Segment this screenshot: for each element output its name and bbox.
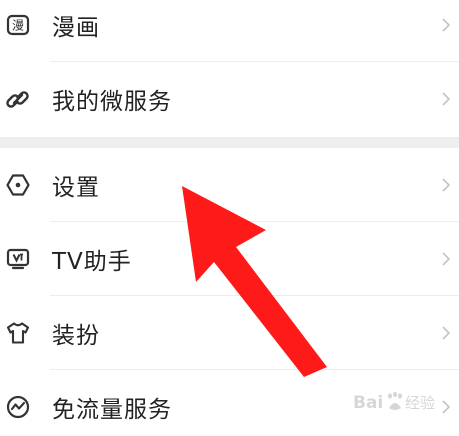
menu-item-label: TV助手 — [52, 249, 132, 275]
chevron-right-icon — [441, 325, 451, 341]
comic-icon-glyph: 漫 — [12, 19, 24, 33]
menu-item-label: 设置 — [52, 175, 100, 201]
svg-text:Bai: Bai — [353, 393, 383, 413]
menu-item-label: 漫画 — [52, 15, 100, 41]
menu-item-comic[interactable]: 漫 漫画 — [0, 0, 459, 62]
chevron-right-icon — [441, 17, 451, 33]
chevron-right-icon — [441, 91, 451, 107]
menu-item-label: 装扮 — [52, 323, 100, 349]
settings-menu-screen: 漫 漫画 我的微服务 设置 TV助手 装扮 免流量服务 Bai 经验 — [0, 0, 459, 436]
baidu-jingyan-watermark-logo: Bai 经验 — [353, 391, 435, 413]
pulse-circle-icon — [5, 394, 31, 420]
section-separator — [0, 137, 459, 148]
menu-item-tv-assistant[interactable]: TV助手 — [0, 222, 459, 296]
tshirt-icon — [5, 320, 31, 346]
link-icon — [5, 86, 31, 112]
menu-item-settings[interactable]: 设置 — [0, 148, 459, 222]
menu-item-label: 我的微服务 — [52, 89, 172, 115]
menu-item-micro-service[interactable]: 我的微服务 — [0, 62, 459, 136]
hexagon-settings-icon — [5, 172, 31, 198]
svg-text:经验: 经验 — [405, 394, 435, 412]
menu-item-label: 免流量服务 — [52, 397, 172, 423]
menu-item-dress-up[interactable]: 装扮 — [0, 296, 459, 370]
tv-icon — [5, 246, 31, 272]
chevron-right-icon — [441, 177, 451, 193]
chevron-right-icon — [441, 251, 451, 267]
comic-icon: 漫 — [5, 12, 31, 38]
